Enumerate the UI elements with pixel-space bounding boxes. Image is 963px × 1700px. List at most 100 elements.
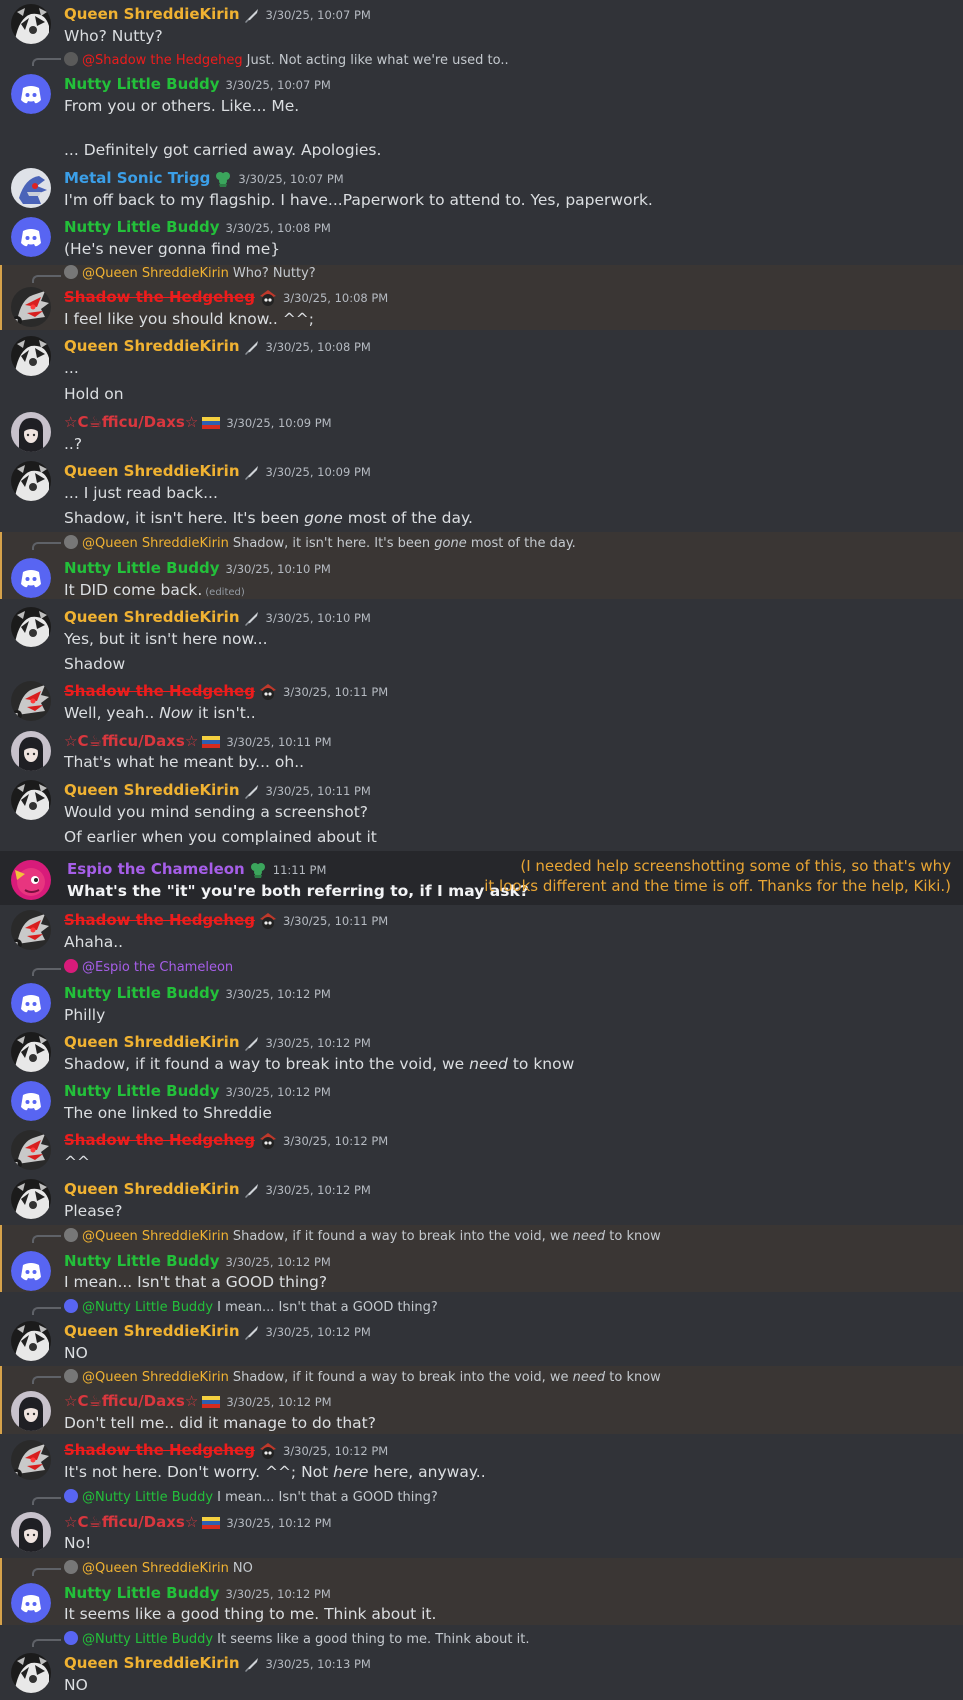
username[interactable]: Queen ShreddieKirin: [64, 1033, 240, 1051]
username[interactable]: Shadow the Hedgeheg: [64, 288, 255, 306]
timestamp[interactable]: 3/30/25, 10:10 PM: [266, 611, 371, 625]
timestamp[interactable]: 3/30/25, 10:12 PM: [226, 1395, 331, 1409]
avatar[interactable]: [11, 1512, 51, 1552]
timestamp[interactable]: 3/30/25, 10:12 PM: [226, 987, 331, 1001]
avatar[interactable]: [11, 780, 51, 820]
username[interactable]: Queen ShreddieKirin: [64, 5, 240, 23]
username[interactable]: Queen ShreddieKirin: [64, 608, 240, 626]
username[interactable]: ☆C☕fficu/Daxs☆: [64, 413, 198, 431]
reply-preview[interactable]: @Queen ShreddieKirin Shadow, it isn't her…: [64, 535, 576, 552]
timestamp[interactable]: 3/30/25, 10:07 PM: [266, 8, 371, 22]
reply-preview[interactable]: @Queen ShreddieKirin NO: [64, 1560, 253, 1577]
username[interactable]: Shadow the Hedgeheg: [64, 911, 255, 929]
timestamp[interactable]: 3/30/25, 10:13 PM: [266, 1657, 371, 1671]
avatar[interactable]: [11, 168, 51, 208]
reply-preview[interactable]: @Nutty Little Buddy I mean... Isn't that …: [64, 1299, 438, 1316]
username[interactable]: Nutty Little Buddy: [64, 984, 220, 1002]
timestamp[interactable]: 3/30/25, 10:08 PM: [266, 340, 371, 354]
avatar[interactable]: [11, 1179, 51, 1219]
timestamp[interactable]: 3/30/25, 10:07 PM: [238, 172, 343, 186]
avatar[interactable]: [11, 336, 51, 376]
timestamp[interactable]: 3/30/25, 10:12 PM: [266, 1183, 371, 1197]
avatar[interactable]: [11, 1130, 51, 1170]
username[interactable]: Queen ShreddieKirin: [64, 1180, 240, 1198]
avatar[interactable]: [11, 558, 51, 598]
username[interactable]: Nutty Little Buddy: [64, 75, 220, 93]
reply-preview[interactable]: @Queen ShreddieKirin Who? Nutty?: [64, 265, 316, 282]
username[interactable]: Queen ShreddieKirin: [64, 1322, 240, 1340]
timestamp[interactable]: 3/30/25, 10:08 PM: [226, 221, 331, 235]
avatar[interactable]: [11, 74, 51, 114]
avatar[interactable]: [11, 4, 51, 44]
timestamp[interactable]: 11:11 PM: [273, 863, 327, 877]
username[interactable]: Shadow the Hedgeheg: [64, 1131, 255, 1149]
reply-mention[interactable]: @Queen ShreddieKirin: [82, 536, 229, 551]
reply-preview[interactable]: @Nutty Little Buddy It seems like a good …: [64, 1631, 529, 1648]
username[interactable]: Nutty Little Buddy: [64, 1252, 220, 1270]
reply-mention[interactable]: @Nutty Little Buddy: [82, 1632, 213, 1647]
timestamp[interactable]: 3/30/25, 10:11 PM: [266, 784, 371, 798]
username[interactable]: Nutty Little Buddy: [64, 218, 220, 236]
timestamp[interactable]: 3/30/25, 10:09 PM: [266, 465, 371, 479]
timestamp[interactable]: 3/30/25, 10:12 PM: [266, 1325, 371, 1339]
timestamp[interactable]: 3/30/25, 10:12 PM: [283, 1444, 388, 1458]
reply-mention[interactable]: @Nutty Little Buddy: [82, 1490, 213, 1505]
timestamp[interactable]: 3/30/25, 10:10 PM: [226, 562, 331, 576]
username[interactable]: Shadow the Hedgeheg: [64, 1441, 255, 1459]
avatar[interactable]: [11, 860, 51, 900]
avatar[interactable]: [11, 607, 51, 647]
reply-mention[interactable]: @Shadow the Hedgeheg: [82, 53, 243, 68]
username[interactable]: ☆C☕fficu/Daxs☆: [64, 1392, 198, 1410]
username[interactable]: Nutty Little Buddy: [64, 1584, 220, 1602]
reply-preview[interactable]: @Shadow the Hedgeheg Just. Not acting lik…: [64, 52, 509, 69]
username[interactable]: Metal Sonic Trigg: [64, 169, 210, 187]
avatar[interactable]: [11, 731, 51, 771]
timestamp[interactable]: 3/30/25, 10:11 PM: [226, 735, 331, 749]
avatar[interactable]: [11, 1251, 51, 1291]
username[interactable]: Nutty Little Buddy: [64, 559, 220, 577]
reply-mention[interactable]: @Queen ShreddieKirin: [82, 1561, 229, 1576]
username[interactable]: ☆C☕fficu/Daxs☆: [64, 1513, 198, 1531]
timestamp[interactable]: 3/30/25, 10:12 PM: [226, 1587, 331, 1601]
avatar[interactable]: [11, 412, 51, 452]
timestamp[interactable]: 3/30/25, 10:11 PM: [283, 914, 388, 928]
timestamp[interactable]: 3/30/25, 10:12 PM: [283, 1134, 388, 1148]
reply-mention[interactable]: @Queen ShreddieKirin: [82, 1229, 229, 1244]
avatar[interactable]: [11, 217, 51, 257]
username[interactable]: Shadow the Hedgeheg: [64, 682, 255, 700]
avatar[interactable]: [11, 1391, 51, 1431]
reply-preview[interactable]: @Queen ShreddieKirin Shadow, if it found …: [64, 1228, 661, 1245]
username[interactable]: Espio the Chameleon: [67, 860, 245, 878]
timestamp[interactable]: 3/30/25, 10:08 PM: [283, 291, 388, 305]
timestamp[interactable]: 3/30/25, 10:12 PM: [266, 1036, 371, 1050]
username[interactable]: ☆C☕fficu/Daxs☆: [64, 732, 198, 750]
avatar[interactable]: [11, 910, 51, 950]
username[interactable]: Queen ShreddieKirin: [64, 1654, 240, 1672]
reply-preview[interactable]: @Nutty Little Buddy I mean... Isn't that …: [64, 1489, 438, 1506]
avatar[interactable]: [11, 287, 51, 327]
timestamp[interactable]: 3/30/25, 10:12 PM: [226, 1085, 331, 1099]
username[interactable]: Queen ShreddieKirin: [64, 462, 240, 480]
timestamp[interactable]: 3/30/25, 10:12 PM: [226, 1255, 331, 1269]
avatar[interactable]: [11, 1583, 51, 1623]
timestamp[interactable]: 3/30/25, 10:07 PM: [226, 78, 331, 92]
reply-mention[interactable]: @Nutty Little Buddy: [82, 1300, 213, 1315]
reply-mention[interactable]: @Espio the Chameleon: [82, 960, 233, 975]
avatar[interactable]: [11, 1032, 51, 1072]
avatar[interactable]: [11, 1321, 51, 1361]
username[interactable]: Queen ShreddieKirin: [64, 781, 240, 799]
avatar[interactable]: [11, 983, 51, 1023]
timestamp[interactable]: 3/30/25, 10:09 PM: [226, 416, 331, 430]
avatar[interactable]: [11, 681, 51, 721]
reply-preview[interactable]: @Espio the Chameleon: [64, 959, 237, 976]
reply-mention[interactable]: @Queen ShreddieKirin: [82, 1370, 229, 1385]
reply-mention[interactable]: @Queen ShreddieKirin: [82, 266, 229, 281]
timestamp[interactable]: 3/30/25, 10:12 PM: [226, 1516, 331, 1530]
avatar[interactable]: [11, 1440, 51, 1480]
reply-preview[interactable]: @Queen ShreddieKirin Shadow, if it found …: [64, 1369, 661, 1386]
timestamp[interactable]: 3/30/25, 10:11 PM: [283, 685, 388, 699]
avatar[interactable]: [11, 461, 51, 501]
username[interactable]: Nutty Little Buddy: [64, 1082, 220, 1100]
username[interactable]: Queen ShreddieKirin: [64, 337, 240, 355]
avatar[interactable]: [11, 1653, 51, 1693]
